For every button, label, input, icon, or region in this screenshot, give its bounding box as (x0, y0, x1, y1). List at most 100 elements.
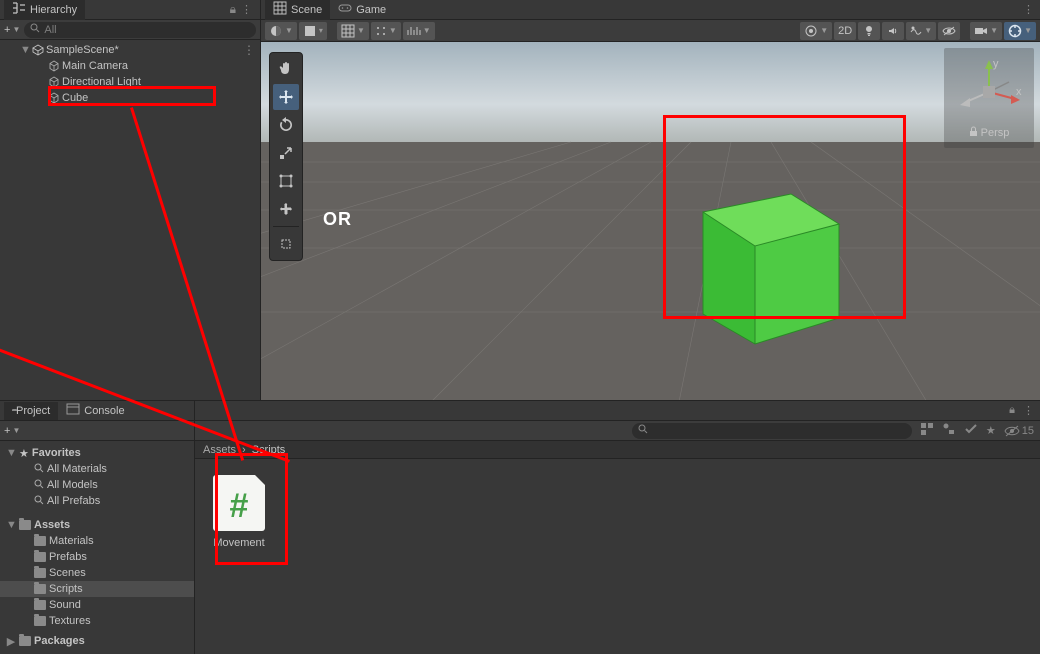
project-content-panel: 🔒︎ ⋮ ★ 15 Assets › Scripts # Movem (195, 401, 1040, 654)
create-dropdown[interactable]: +▼ (4, 24, 20, 36)
folder-prefabs[interactable]: Prefabs (0, 549, 194, 565)
scene-grid (261, 42, 1040, 400)
item-label: Scenes (49, 567, 86, 579)
hierarchy-panel: Hierarchy 🔒︎ ⋮ +▼ All ▼ SampleScene (0, 0, 261, 400)
create-dropdown[interactable]: +▼ (4, 425, 20, 437)
favorite-star-icon[interactable]: ★ (986, 424, 996, 437)
hierarchy-item-cube[interactable]: Cube (0, 90, 260, 106)
favorite-all-models[interactable]: All Models (0, 477, 194, 493)
foldout-icon[interactable]: ▼ (20, 44, 30, 56)
folder-scenes[interactable]: Scenes (0, 565, 194, 581)
plus-icon: + (4, 425, 10, 437)
hierarchy-search[interactable]: All (24, 22, 256, 38)
item-label: Materials (49, 535, 94, 547)
favorite-all-materials[interactable]: All Materials (0, 461, 194, 477)
breadcrumb: Assets › Scripts (195, 441, 1040, 459)
gameobject-icon (48, 92, 60, 104)
tab-project[interactable]: Project (4, 402, 58, 420)
folder-icon (34, 568, 46, 578)
project-folders-panel: Project Console +▼ ▼ ★ Favorites All Mat… (0, 401, 195, 654)
chevron-right-icon: › (242, 444, 246, 456)
search-icon (34, 495, 44, 508)
grid-toggle[interactable]: ▼ (337, 22, 369, 40)
persp-label: Persp (981, 127, 1010, 139)
breadcrumb-scripts[interactable]: Scripts (252, 444, 286, 456)
folder-scripts[interactable]: Scripts (0, 581, 194, 597)
gameobject-icon (48, 60, 60, 72)
2d-toggle[interactable]: 2D (834, 22, 856, 40)
axis-x-label: x (1016, 86, 1022, 98)
script-file[interactable]: # Movement (211, 475, 267, 549)
gameobject-icon (48, 76, 60, 88)
kebab-icon[interactable]: ⋮ (241, 3, 256, 16)
scene-panel: Scene Game ⋮ ▼ ▾ ▼ ▼ ▼ ▼ 2D ▼ ▼ ▼ (261, 0, 1040, 400)
search-icon (30, 23, 40, 36)
render-doc-dropdown[interactable]: ▼ (800, 22, 832, 40)
folder-icon (34, 536, 46, 546)
foldout-icon[interactable]: ▼ (6, 447, 16, 459)
increment-snap[interactable]: ▼ (403, 22, 435, 40)
lighting-toggle[interactable] (858, 22, 880, 40)
tab-label: Game (356, 4, 386, 16)
scene-viewport[interactable]: y x Persp OR (261, 42, 1040, 400)
hierarchy-icon (12, 1, 26, 18)
hidden-count: 15 (1022, 425, 1034, 437)
item-label: Scripts (49, 583, 83, 595)
star-icon: ★ (19, 447, 29, 460)
folder-icon (19, 636, 31, 646)
fx-toggle[interactable]: ▼ (906, 22, 936, 40)
orientation-gizmo[interactable]: y x Persp (944, 48, 1034, 148)
tab-console[interactable]: Console (58, 399, 132, 422)
favorite-all-prefabs[interactable]: All Prefabs (0, 493, 194, 509)
project-search[interactable] (632, 423, 912, 439)
kebab-icon[interactable]: ⋮ (1023, 404, 1034, 417)
gizmos-dropdown[interactable]: ▼ (1004, 22, 1036, 40)
rotate-tool[interactable] (273, 112, 299, 138)
tab-scene[interactable]: Scene (265, 0, 330, 21)
tab-hierarchy[interactable]: Hierarchy (4, 0, 85, 21)
file-name: Movement (213, 537, 264, 549)
hierarchy-item-light[interactable]: Directional Light (0, 74, 260, 90)
packages-header[interactable]: ▶ Packages (0, 633, 194, 649)
filter-by-label-icon[interactable] (942, 422, 956, 439)
item-label: Directional Light (62, 76, 141, 88)
breadcrumb-assets[interactable]: Assets (203, 444, 236, 456)
hand-tool[interactable] (273, 56, 299, 82)
folder-textures[interactable]: Textures (0, 613, 194, 629)
item-label: Prefabs (49, 551, 87, 563)
folder-materials[interactable]: Materials (0, 533, 194, 549)
cube-object[interactable] (665, 166, 855, 356)
shading-mode-dropdown[interactable]: ▼ (265, 22, 297, 40)
annotation-or: OR (323, 209, 352, 230)
lock-icon[interactable]: 🔒︎ (230, 2, 241, 17)
lock-icon[interactable]: 🔒︎ (1009, 404, 1015, 417)
audio-toggle[interactable] (882, 22, 904, 40)
foldout-icon[interactable]: ▼ (6, 519, 16, 531)
move-tool[interactable] (273, 84, 299, 110)
foldout-icon[interactable]: ▶ (6, 635, 16, 648)
save-search-icon[interactable] (964, 422, 978, 439)
drawmode-dropdown[interactable]: ▾ (299, 22, 327, 40)
tab-label: Console (84, 405, 124, 417)
favorites-header[interactable]: ▼ ★ Favorites (0, 445, 194, 461)
rect-tool[interactable] (273, 168, 299, 194)
kebab-icon[interactable]: ⋮ (243, 43, 260, 57)
custom-tool[interactable] (273, 231, 299, 257)
hidden-toggle[interactable]: 15 (1004, 425, 1034, 437)
scale-tool[interactable] (273, 140, 299, 166)
snap-dropdown[interactable]: ▼ (371, 22, 401, 40)
folder-icon (34, 584, 46, 594)
hierarchy-item-camera[interactable]: Main Camera (0, 58, 260, 74)
scene-toolbar: ▼ ▾ ▼ ▼ ▼ ▼ 2D ▼ ▼ ▼ (261, 20, 1040, 42)
kebab-icon[interactable]: ⋮ (1017, 3, 1040, 16)
tab-game[interactable]: Game (330, 0, 394, 21)
unity-scene-icon (32, 44, 44, 56)
camera-dropdown[interactable]: ▼ (970, 22, 1002, 40)
scene-row[interactable]: ▼ SampleScene* ⋮ (0, 42, 260, 58)
scene-grid-icon (273, 1, 287, 18)
folder-sound[interactable]: Sound (0, 597, 194, 613)
visibility-toggle[interactable] (938, 22, 960, 40)
transform-tool[interactable] (273, 196, 299, 222)
assets-header[interactable]: ▼ Assets (0, 517, 194, 533)
filter-by-type-icon[interactable] (920, 422, 934, 439)
